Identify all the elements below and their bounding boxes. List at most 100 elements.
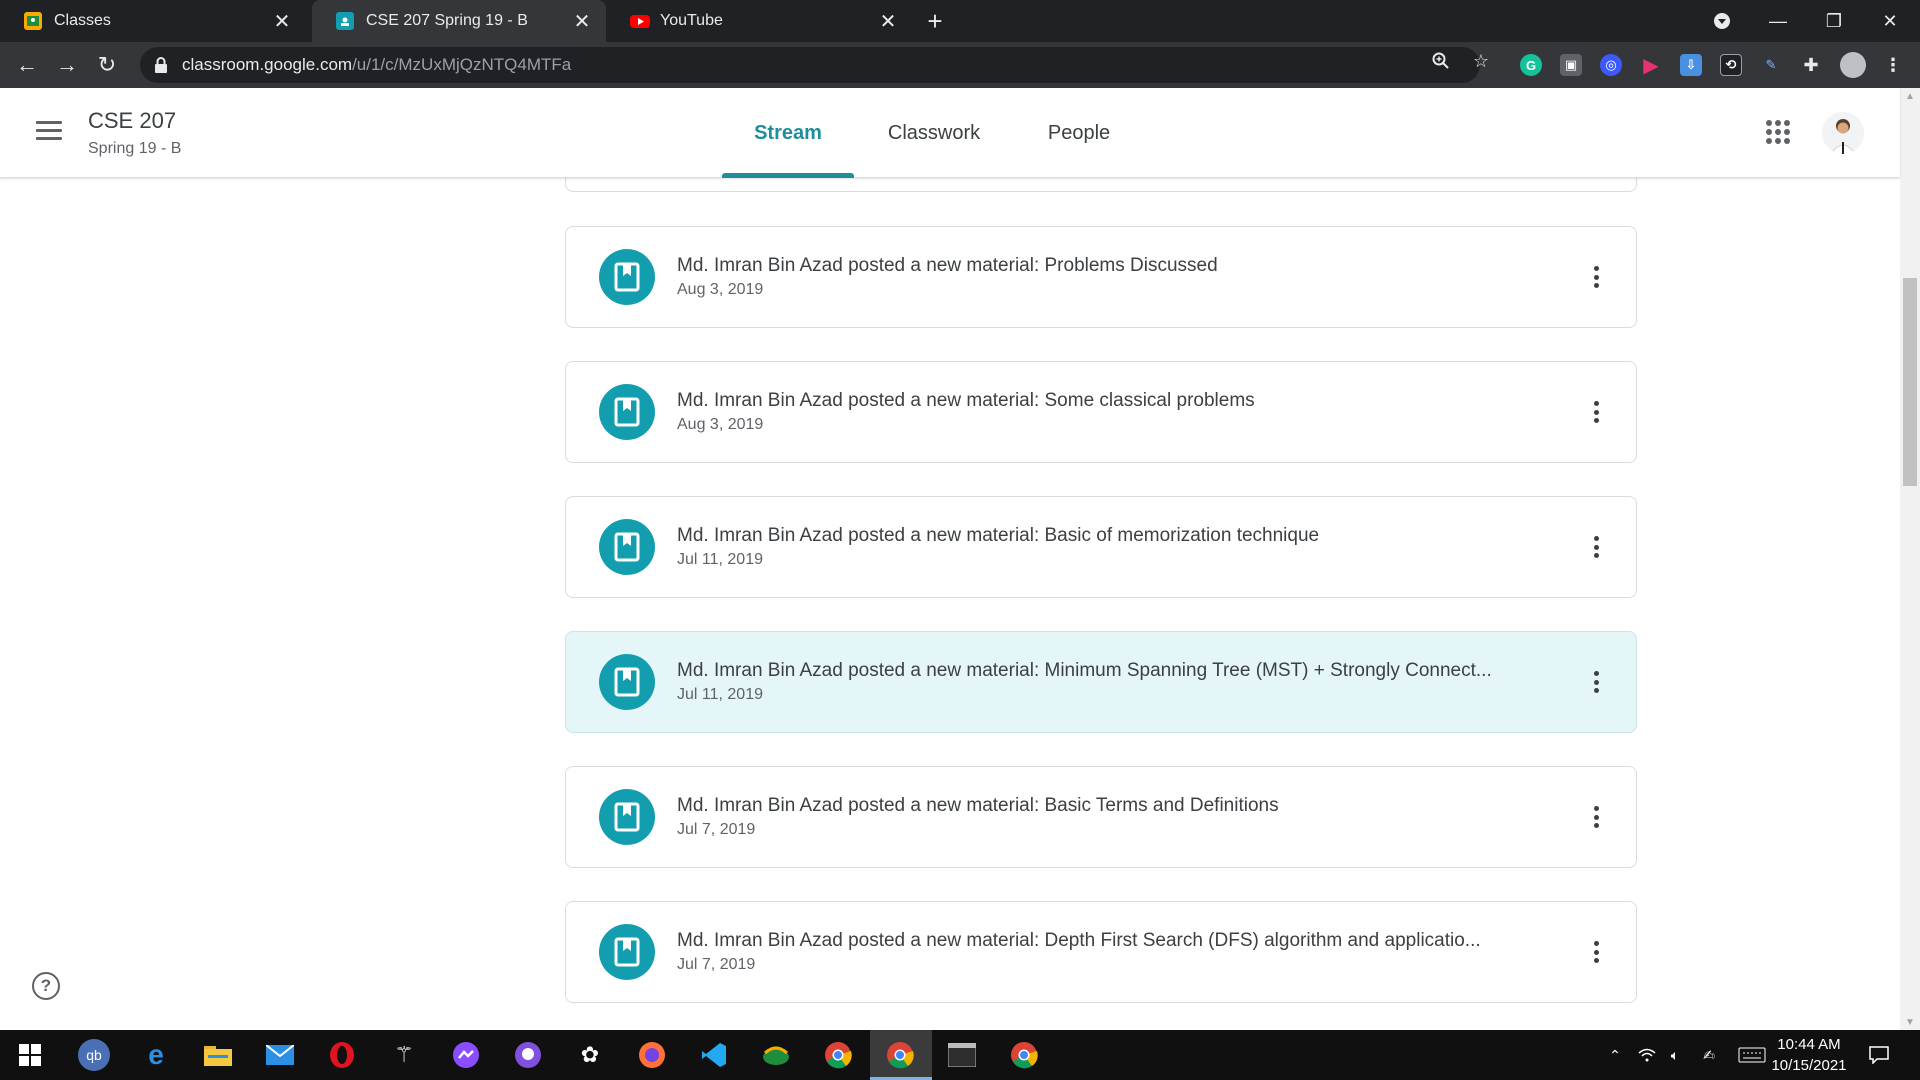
- forward-icon[interactable]: →: [52, 50, 82, 80]
- post-title[interactable]: Md. Imran Bin Azad posted a new material…: [677, 525, 1319, 547]
- chrome-profile-icon[interactable]: [884, 1039, 916, 1071]
- pen-workspace-icon[interactable]: ✍︎: [1698, 1045, 1720, 1065]
- lock-icon: [154, 57, 168, 73]
- scroll-down-icon[interactable]: ▼: [1900, 1014, 1920, 1030]
- course-title[interactable]: CSE 207: [88, 108, 176, 134]
- tab-stream[interactable]: Stream: [722, 88, 854, 178]
- url-host: classroom.google.com: [182, 55, 353, 74]
- page-scrollbar[interactable]: ▲ ▼: [1900, 88, 1920, 1030]
- material-icon: [599, 924, 655, 980]
- restore-icon[interactable]: ❐: [1806, 0, 1862, 42]
- stream-post-card[interactable]: Md. Imran Bin Azad posted a new material…: [565, 496, 1637, 598]
- browser-menu-icon[interactable]: ⋮: [1882, 54, 1904, 76]
- stream-post-card[interactable]: Md. Imran Bin Azad posted a new material…: [565, 901, 1637, 1003]
- profile-avatar-icon[interactable]: [1840, 52, 1866, 78]
- volume-icon[interactable]: 🔈︎: [1664, 1045, 1686, 1065]
- chrome-alt-profile-icon[interactable]: [1008, 1039, 1040, 1071]
- browser-tab-strip: Classes ✕ CSE 207 Spring 19 - B ✕ YouTub…: [0, 0, 1920, 42]
- windows-start-icon[interactable]: [14, 1039, 46, 1071]
- address-bar[interactable]: classroom.google.com/u/1/c/MzUxMjQzNTQ4M…: [140, 47, 1480, 83]
- firefox-icon[interactable]: [636, 1039, 668, 1071]
- qbittorrent-icon[interactable]: qb: [78, 1039, 110, 1071]
- app-flower-icon[interactable]: ✿: [574, 1039, 606, 1071]
- mail-icon[interactable]: [264, 1039, 296, 1071]
- new-tab-button[interactable]: +: [920, 6, 950, 36]
- material-icon: [599, 384, 655, 440]
- main-menu-icon[interactable]: [36, 121, 62, 141]
- more-options-icon[interactable]: [1584, 533, 1608, 561]
- grammarly-icon[interactable]: G: [1520, 54, 1542, 76]
- close-tab-icon[interactable]: ✕: [270, 9, 294, 33]
- app-globe-icon[interactable]: [760, 1039, 792, 1071]
- youtube-favicon-icon: [630, 12, 650, 30]
- show-hidden-icons-icon[interactable]: ⌃: [1604, 1045, 1626, 1065]
- post-date: Jul 11, 2019: [677, 551, 763, 568]
- stream-post-card[interactable]: Md. Imran Bin Azad posted a new material…: [565, 226, 1637, 328]
- extensions-puzzle-icon[interactable]: ✚: [1800, 54, 1822, 76]
- material-icon: [599, 519, 655, 575]
- google-apps-icon[interactable]: [1766, 120, 1790, 144]
- post-title[interactable]: Md. Imran Bin Azad posted a new material…: [677, 390, 1255, 412]
- reload-icon[interactable]: ↻: [92, 50, 122, 80]
- opera-icon[interactable]: [326, 1039, 358, 1071]
- extension-vpn-icon[interactable]: ◎: [1600, 54, 1622, 76]
- wifi-icon[interactable]: [1636, 1045, 1658, 1065]
- browser-tab-classes[interactable]: Classes ✕: [0, 0, 306, 42]
- satellite-app-icon[interactable]: ⚚: [388, 1039, 420, 1071]
- tab-label: Classes: [54, 12, 111, 29]
- camera-icon[interactable]: ▣: [1560, 54, 1582, 76]
- extension-loop-icon[interactable]: ⟲: [1720, 54, 1742, 76]
- classroom-favicon-icon: [336, 12, 354, 30]
- material-icon: [599, 249, 655, 305]
- extension-pen-icon[interactable]: ✎: [1760, 54, 1782, 76]
- tab-people[interactable]: People: [1034, 88, 1124, 178]
- scroll-up-icon[interactable]: ▲: [1900, 88, 1920, 104]
- chrome-icon[interactable]: [822, 1039, 854, 1071]
- stream-post-card[interactable]: Md. Imran Bin Azad posted a new material…: [565, 361, 1637, 463]
- download-extension-icon[interactable]: ⇩: [1680, 54, 1702, 76]
- terminal-icon[interactable]: [946, 1039, 978, 1071]
- tab-label: YouTube: [660, 12, 723, 29]
- notifications-icon[interactable]: [1866, 1045, 1892, 1065]
- edge-icon[interactable]: e: [140, 1039, 172, 1071]
- post-title[interactable]: Md. Imran Bin Azad posted a new material…: [677, 660, 1492, 682]
- material-icon: [599, 789, 655, 845]
- minimize-icon[interactable]: —: [1750, 0, 1806, 42]
- back-icon[interactable]: ←: [12, 50, 42, 80]
- tab-search-icon[interactable]: [1694, 0, 1750, 42]
- post-title[interactable]: Md. Imran Bin Azad posted a new material…: [677, 255, 1218, 277]
- more-options-icon[interactable]: [1584, 263, 1608, 291]
- help-icon[interactable]: ?: [32, 972, 60, 1000]
- more-options-icon[interactable]: [1584, 803, 1608, 831]
- material-icon: [599, 654, 655, 710]
- stream-post-card-partial[interactable]: [565, 178, 1637, 192]
- post-title[interactable]: Md. Imran Bin Azad posted a new material…: [677, 930, 1481, 952]
- classroom-header: CSE 207 Spring 19 - B Stream Classwork P…: [0, 88, 1900, 178]
- more-options-icon[interactable]: [1584, 668, 1608, 696]
- github-desktop-icon[interactable]: [512, 1039, 544, 1071]
- browser-tab-youtube[interactable]: YouTube ✕: [606, 0, 912, 42]
- scrollbar-thumb[interactable]: [1903, 278, 1917, 486]
- system-clock[interactable]: 10:44 AM 10/15/2021: [1764, 1034, 1854, 1076]
- close-tab-icon[interactable]: ✕: [570, 9, 594, 33]
- zoom-icon[interactable]: [1430, 50, 1452, 72]
- vscode-icon[interactable]: [698, 1039, 730, 1071]
- more-options-icon[interactable]: [1584, 398, 1608, 426]
- tab-classwork[interactable]: Classwork: [872, 88, 996, 178]
- bookmark-star-icon[interactable]: ☆: [1470, 50, 1492, 72]
- more-options-icon[interactable]: [1584, 938, 1608, 966]
- browser-tab-cse207[interactable]: CSE 207 Spring 19 - B ✕: [312, 0, 606, 42]
- close-tab-icon[interactable]: ✕: [876, 9, 900, 33]
- stream-post-card[interactable]: Md. Imran Bin Azad posted a new material…: [565, 766, 1637, 868]
- file-explorer-icon[interactable]: [202, 1039, 234, 1071]
- post-date: Aug 3, 2019: [677, 281, 764, 298]
- post-title[interactable]: Md. Imran Bin Azad posted a new material…: [677, 795, 1279, 817]
- classroom-favicon-icon: [24, 12, 42, 30]
- close-window-icon[interactable]: ✕: [1862, 0, 1918, 42]
- windows-taskbar: qb e ⚚ ✿ ⌃ 🔈︎ ✍︎ 10:44 AM 10/15/2021: [0, 1030, 1920, 1080]
- extension-play-icon[interactable]: ▶: [1640, 54, 1662, 77]
- messenger-icon[interactable]: [450, 1039, 482, 1071]
- post-date: Jul 7, 2019: [677, 956, 756, 973]
- stream-post-card[interactable]: Md. Imran Bin Azad posted a new material…: [565, 631, 1637, 733]
- user-avatar[interactable]: [1822, 112, 1864, 154]
